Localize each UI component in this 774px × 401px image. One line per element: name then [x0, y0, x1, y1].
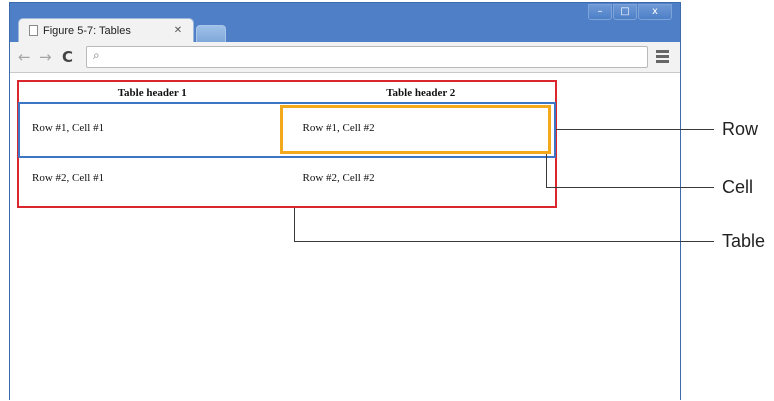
table-cell: Row #1, Cell #1	[32, 122, 105, 134]
cell-leader-line-vertical	[546, 154, 547, 188]
browser-toolbar: ← → C ⌕	[10, 42, 680, 73]
address-bar[interactable]: ⌕	[86, 46, 648, 68]
close-tab-icon[interactable]: ✕	[171, 25, 185, 36]
row-leader-line	[556, 129, 714, 130]
minimize-button[interactable]: –	[588, 4, 612, 20]
table-cell: Row #1, Cell #2	[302, 122, 375, 134]
table-row: Row #1, Cell #1 Row #1, Cell #2	[18, 103, 555, 153]
close-window-button[interactable]: x	[638, 4, 672, 20]
table-header-cell: Table header 1	[117, 87, 187, 99]
demo-table: Table header 1 Table header 2 Row #1, Ce…	[18, 83, 555, 203]
browser-window: – □ x Figure 5-7: Tables ✕ ← → C ⌕ Table…	[9, 2, 681, 401]
table-header-row: Table header 1 Table header 2	[18, 83, 555, 103]
row-callout-label: Row	[722, 119, 759, 139]
table-leader-line	[294, 241, 714, 242]
table-leader-line-vertical	[294, 208, 295, 242]
maximize-button[interactable]: □	[613, 4, 637, 20]
table-cell: Row #2, Cell #1	[32, 172, 105, 184]
tab-title: Figure 5-7: Tables	[43, 24, 131, 37]
back-arrow-icon[interactable]: ←	[18, 48, 31, 66]
tab-figure-5-7[interactable]: Figure 5-7: Tables ✕	[18, 18, 194, 42]
forward-arrow-icon[interactable]: →	[39, 48, 52, 66]
table-cell: Row #2, Cell #2	[302, 172, 375, 184]
reload-icon[interactable]: C	[62, 48, 73, 66]
table-row: Row #2, Cell #1 Row #2, Cell #2	[18, 153, 555, 203]
page-viewport: Table header 1 Table header 2 Row #1, Ce…	[10, 73, 680, 401]
menu-icon[interactable]	[656, 50, 669, 63]
cell-leader-line	[546, 187, 714, 188]
cell-callout-label: Cell	[722, 177, 754, 197]
page-icon	[29, 25, 38, 36]
search-icon: ⌕	[93, 48, 100, 62]
table-callout-label: Table	[722, 231, 766, 251]
window-controls: – □ x	[588, 4, 672, 22]
table-header-cell: Table header 2	[386, 87, 456, 99]
new-tab-button[interactable]	[196, 25, 226, 42]
